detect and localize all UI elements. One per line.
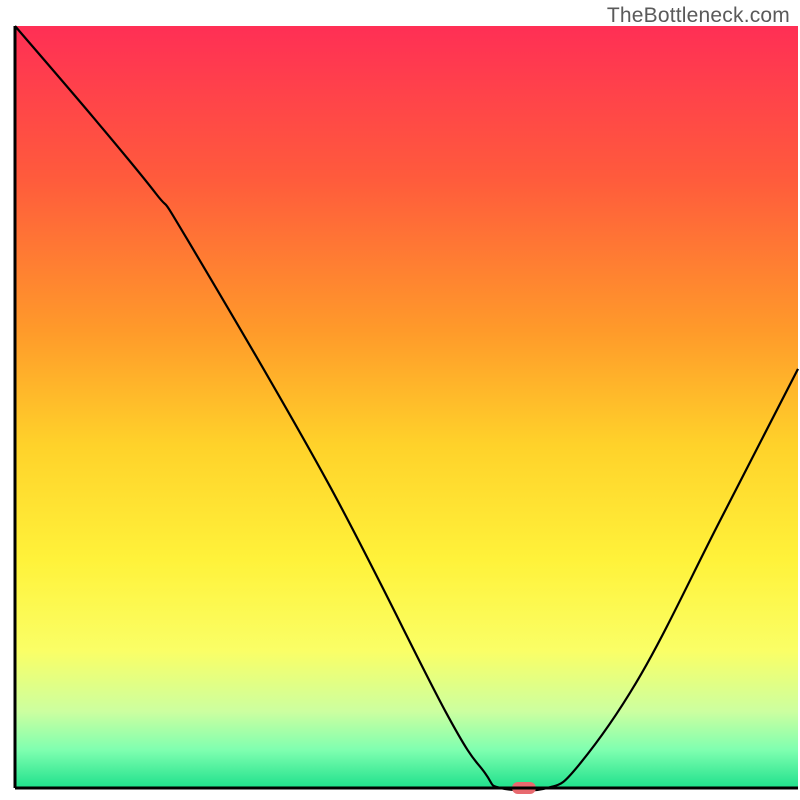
gradient-background: [15, 26, 798, 788]
bottleneck-chart: [0, 0, 800, 800]
watermark-text: TheBottleneck.com: [607, 4, 790, 28]
chart-container: { "watermark": "TheBottleneck.com", "cha…: [0, 0, 800, 800]
